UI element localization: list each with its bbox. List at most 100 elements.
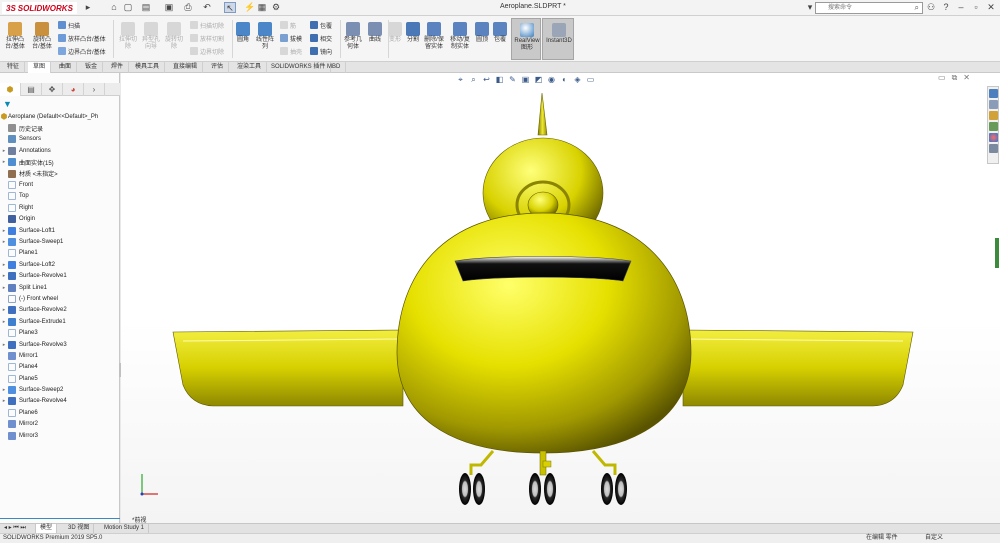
extruded-boss-button[interactable]: 拉伸凸 台/基体 — [4, 22, 26, 51]
tree-item[interactable]: Right — [0, 202, 120, 213]
select-icon[interactable]: ↖ — [224, 2, 236, 13]
tree-item[interactable]: Mirror1 — [0, 350, 120, 361]
undo-icon[interactable]: ↶ — [201, 2, 213, 13]
expand-arrow-icon[interactable]: ▸ — [0, 398, 8, 404]
move-copy-body-button[interactable]: 移动/复 制实体 — [449, 22, 471, 51]
curves-button[interactable]: 曲线 — [365, 22, 385, 44]
mirror-button[interactable]: 镜向 — [310, 46, 332, 56]
display-manager-tab[interactable]: ◕ — [63, 83, 84, 96]
task-pane-scroll-indicator[interactable] — [995, 238, 999, 268]
expand-arrow-icon[interactable]: ▸ — [0, 148, 8, 154]
file-properties-icon[interactable]: ▦ — [256, 2, 268, 13]
expand-arrow-icon[interactable]: ▸ — [0, 307, 8, 313]
command-tab[interactable]: 曲面 — [54, 62, 78, 73]
tree-item[interactable]: Plane4 — [0, 362, 120, 373]
solidworks-logo[interactable]: 3S SOLIDWORKS — [2, 2, 77, 14]
tree-item[interactable]: Top — [0, 191, 120, 202]
wheel-left-outer[interactable] — [459, 473, 471, 505]
boundary-cut-button[interactable]: 边界切除 — [190, 46, 224, 56]
tree-item[interactable]: ▸ Surface-Sweep2 — [0, 384, 120, 395]
tree-item[interactable]: 材质 <未指定> — [0, 168, 120, 179]
lofted-cut-button[interactable]: 放样切割 — [190, 33, 224, 43]
user-icon[interactable]: ⚇ — [925, 1, 937, 14]
options-gear-icon[interactable]: ⚙ — [270, 2, 282, 13]
wheel-nose-right[interactable] — [544, 473, 556, 505]
expand-arrow-icon[interactable]: ▸ — [0, 319, 8, 325]
tree-item[interactable]: Front — [0, 179, 120, 190]
rib-button[interactable]: 筋 — [280, 20, 296, 30]
view-palette-icon[interactable] — [988, 122, 998, 131]
tree-item[interactable]: ▸ Surface-Revolve3 — [0, 339, 120, 350]
delete-keep-body-button[interactable]: 删除/保 留实体 — [423, 22, 445, 51]
expand-arrow-icon[interactable]: ▸ — [0, 262, 8, 268]
tree-item[interactable]: ▸ Surface-Loft1 — [0, 225, 120, 236]
aeroplane-model[interactable] — [121, 73, 1000, 523]
right-wing[interactable] — [682, 329, 914, 407]
wheel-right-inner[interactable] — [601, 473, 613, 505]
sweep-boss-button[interactable]: 扫描 — [58, 20, 80, 30]
draft-button[interactable]: 拔模 — [280, 33, 302, 43]
search-commands-input[interactable]: 搜索命令 ⌕ — [815, 2, 923, 14]
search-icon[interactable]: ⌕ — [915, 3, 919, 13]
tree-item[interactable]: ▸ Annotations — [0, 145, 120, 156]
revolved-cut-button[interactable]: 旋转切 除 — [163, 22, 185, 51]
menu-expand-icon[interactable]: ▸ — [82, 2, 94, 13]
minimize-button[interactable]: – — [955, 1, 967, 14]
linear-pattern-button[interactable]: 线性阵 列 — [254, 22, 276, 51]
vertical-fin[interactable] — [537, 92, 548, 136]
reference-geometry-button[interactable]: 参考几 何体 — [342, 22, 364, 51]
split-button[interactable]: 分割 — [405, 22, 421, 44]
tree-item[interactable]: ▸ Surface-Sweep1 — [0, 236, 120, 247]
expand-arrow-icon[interactable]: ▸ — [0, 159, 8, 165]
boundary-boss-button[interactable]: 边界凸台/基体 — [58, 46, 106, 56]
command-tab[interactable]: 评估 — [206, 62, 230, 73]
command-tab[interactable]: MBD — [322, 62, 347, 73]
tree-item[interactable]: ▸ Surface-Loft2 — [0, 259, 120, 270]
configuration-manager-tab[interactable]: ✥ — [42, 83, 63, 96]
wheel-nose-left[interactable] — [529, 473, 541, 505]
revolved-boss-button[interactable]: 旋转凸 台/基体 — [31, 22, 53, 51]
wrap-button[interactable]: 包覆 — [310, 20, 332, 30]
expand-arrow-icon[interactable]: ▸ — [0, 342, 8, 348]
feature-manager-tab[interactable]: ⬢ — [0, 83, 21, 96]
shell-button[interactable]: 抽壳 — [280, 46, 302, 56]
custom-properties-icon[interactable] — [988, 144, 998, 153]
appearances-scenes-icon[interactable] — [988, 133, 998, 142]
tree-item[interactable]: ▸ Split Line1 — [0, 282, 120, 293]
intersect-button[interactable]: 相交 — [310, 33, 332, 43]
realview-button[interactable]: RealView 图形 — [511, 18, 541, 60]
left-wing[interactable] — [172, 329, 404, 407]
graphics-area[interactable]: ⌖ ⌕ ↩ ◧ ✎ ▣ ◩ ◉ ◐ ◈ ▭ ▭ ⧉ ✕ — [121, 73, 1000, 523]
fuselage[interactable] — [396, 212, 692, 454]
save-icon[interactable]: ▣ — [163, 2, 175, 13]
expand-arrow-icon[interactable]: ▸ — [0, 273, 8, 279]
tree-root[interactable]: ⬢ Aeroplane (Default<<Default>_Ph — [0, 111, 120, 122]
design-library-icon[interactable] — [988, 100, 998, 109]
expand-arrow-icon[interactable]: ▸ — [0, 228, 8, 234]
loft-boss-button[interactable]: 放样凸台/基体 — [58, 33, 106, 43]
command-tab[interactable]: 渲染工具 — [232, 62, 268, 73]
wheel-right-outer[interactable] — [615, 473, 627, 505]
freeform-button[interactable]: 变形 — [386, 22, 404, 44]
tree-item[interactable]: Sensors — [0, 134, 120, 145]
tree-item[interactable]: Origin — [0, 214, 120, 225]
fillet-button[interactable]: 圆角 — [234, 22, 252, 44]
open-file-icon[interactable]: ▤ — [140, 2, 152, 13]
tree-item[interactable]: Mirror3 — [0, 430, 120, 441]
command-tab[interactable]: 直接编辑 — [168, 62, 204, 73]
landing-gear[interactable] — [459, 450, 627, 505]
swept-cut-button[interactable]: 扫描切除 — [190, 20, 224, 30]
filter-icon[interactable]: ▼ — [3, 99, 13, 109]
file-explorer-icon[interactable] — [988, 111, 998, 120]
help-icon[interactable]: ? — [940, 1, 952, 14]
tree-item[interactable]: ▸ Surface-Extrude1 — [0, 316, 120, 327]
command-tab[interactable]: 草图 — [28, 62, 52, 73]
solidworks-resources-icon[interactable] — [988, 89, 998, 98]
more-tabs[interactable]: › — [84, 83, 105, 96]
hole-wizard-button[interactable]: 异型孔 向导 — [140, 22, 162, 51]
tree-item[interactable]: Mirror2 — [0, 419, 120, 430]
command-tab[interactable]: 模具工具 — [130, 62, 166, 73]
property-manager-tab[interactable]: ▤ — [21, 83, 42, 96]
new-file-icon[interactable]: ▢ — [122, 2, 134, 13]
dome-button[interactable]: 圆顶 — [474, 22, 490, 44]
